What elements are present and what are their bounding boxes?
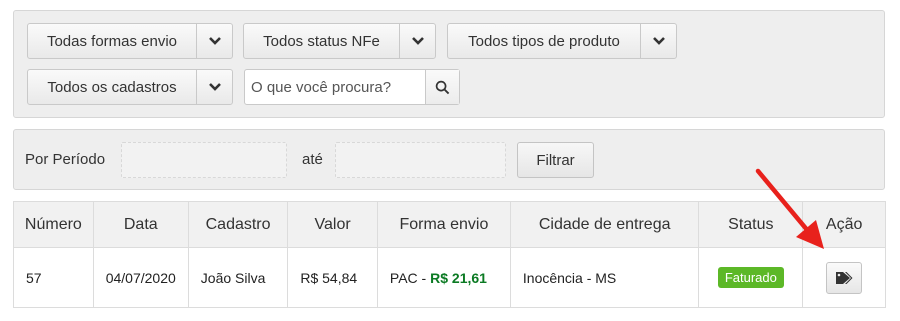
end-date-field[interactable] [335,142,506,178]
order-number: 57 [13,247,94,308]
chevron-down-icon[interactable] [399,24,435,58]
shipping-method-label: Todas formas envio [46,32,178,50]
order-customer: João Silva [187,247,289,308]
period-panel: Por Período até Filtrar [13,129,885,190]
orders-table: Número Data Cadastro Valor Forma envio C… [13,201,886,308]
order-status-cell: Faturado [698,247,804,308]
column-header-value[interactable]: Valor [287,201,378,248]
column-header-city[interactable]: Cidade de entrega [509,201,700,248]
column-header-action: Ação [802,201,886,248]
nfe-status-label: Todos status NFe [263,32,380,50]
registrations-dropdown[interactable]: Todos os cadastros [27,69,233,105]
table-row[interactable]: 57 04/07/2020 João Silva R$ 54,84 PAC - … [13,247,886,308]
until-label: até [302,151,323,168]
order-city: Inocência - MS [509,247,700,308]
search-button[interactable] [425,70,459,104]
tags-action-button[interactable] [826,261,863,294]
order-date: 04/07/2020 [92,247,189,308]
chevron-down-icon[interactable] [196,24,232,58]
order-shipping-cell: PAC - R$ 21,61 [376,247,511,308]
search-input[interactable] [245,70,425,104]
product-type-dropdown[interactable]: Todos tipos de produto [447,23,677,59]
order-value: R$ 54,84 [287,247,378,308]
column-header-shipping[interactable]: Forma envio [376,201,511,248]
registrations-label: Todos os cadastros [47,78,177,96]
column-header-number[interactable]: Número [13,201,94,248]
period-label: Por Período [25,151,106,168]
column-header-status[interactable]: Status [698,201,804,248]
filters-panel: Todas formas envio Todos status NFe Todo… [13,10,885,118]
filter-button[interactable]: Filtrar [517,142,594,178]
product-type-label: Todos tipos de produto [468,32,620,50]
chevron-down-icon[interactable] [196,70,232,104]
order-shipping-method: PAC - [389,269,431,286]
tags-icon [836,271,853,284]
nfe-status-dropdown[interactable]: Todos status NFe [243,23,436,59]
search-icon [435,80,450,94]
search-box [244,69,460,105]
column-header-date[interactable]: Data [92,201,189,248]
chevron-down-icon[interactable] [640,24,676,58]
column-header-customer[interactable]: Cadastro [187,201,289,248]
order-shipping-cost: R$ 21,61 [430,269,487,286]
status-badge: Faturado [717,267,784,288]
start-date-field[interactable] [121,142,287,178]
shipping-method-dropdown[interactable]: Todas formas envio [27,23,233,59]
table-header-row: Número Data Cadastro Valor Forma envio C… [13,201,886,248]
order-action-cell [802,247,886,308]
